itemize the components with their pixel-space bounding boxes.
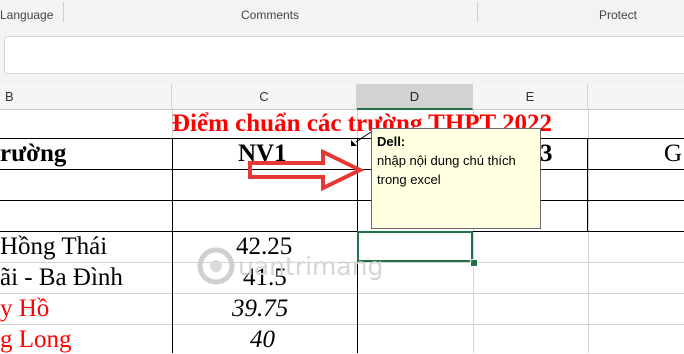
- formula-bar-input[interactable]: [4, 36, 684, 74]
- school-name: ãi - Ba Đình: [0, 264, 123, 291]
- school-name: Hồng Thái: [0, 233, 108, 260]
- ribbon-group-comments[interactable]: Comments: [64, 0, 476, 26]
- column-header-e[interactable]: E: [473, 84, 588, 110]
- column-header-f[interactable]: [588, 84, 684, 110]
- comment-text: nhập nội dung chú thích trong excel: [377, 153, 516, 187]
- fill-handle[interactable]: [470, 259, 478, 267]
- ribbon-group-language[interactable]: Language: [0, 0, 62, 26]
- table-border: [587, 138, 588, 232]
- watermark-text: uantrimang: [238, 252, 383, 281]
- ribbon-group-protect[interactable]: Protect: [478, 0, 684, 26]
- table-border: [0, 200, 684, 201]
- school-name: y Hồ: [0, 295, 50, 322]
- table-border: [0, 231, 684, 232]
- score-value: 39.75: [232, 295, 289, 322]
- comment-author: Dell:: [377, 134, 406, 149]
- header-school: rường: [0, 140, 67, 167]
- school-name: g Long: [0, 326, 72, 353]
- header-nv3: 3: [540, 140, 553, 167]
- formula-bar-area: [0, 26, 684, 84]
- column-header-b[interactable]: B: [0, 84, 172, 110]
- column-header-c[interactable]: C: [172, 84, 357, 110]
- gridline: [0, 324, 684, 325]
- table-border: [0, 138, 684, 139]
- header-g: G: [664, 140, 683, 167]
- ribbon-bar: Language Comments Protect: [0, 0, 684, 27]
- score-value: 40: [250, 326, 275, 353]
- comment-box[interactable]: Dell: nhập nội dung chú thích trong exce…: [371, 128, 541, 229]
- watermark-logo-icon: uantrimang: [197, 247, 383, 285]
- table-border: [172, 138, 173, 353]
- column-header-d[interactable]: D: [357, 84, 473, 110]
